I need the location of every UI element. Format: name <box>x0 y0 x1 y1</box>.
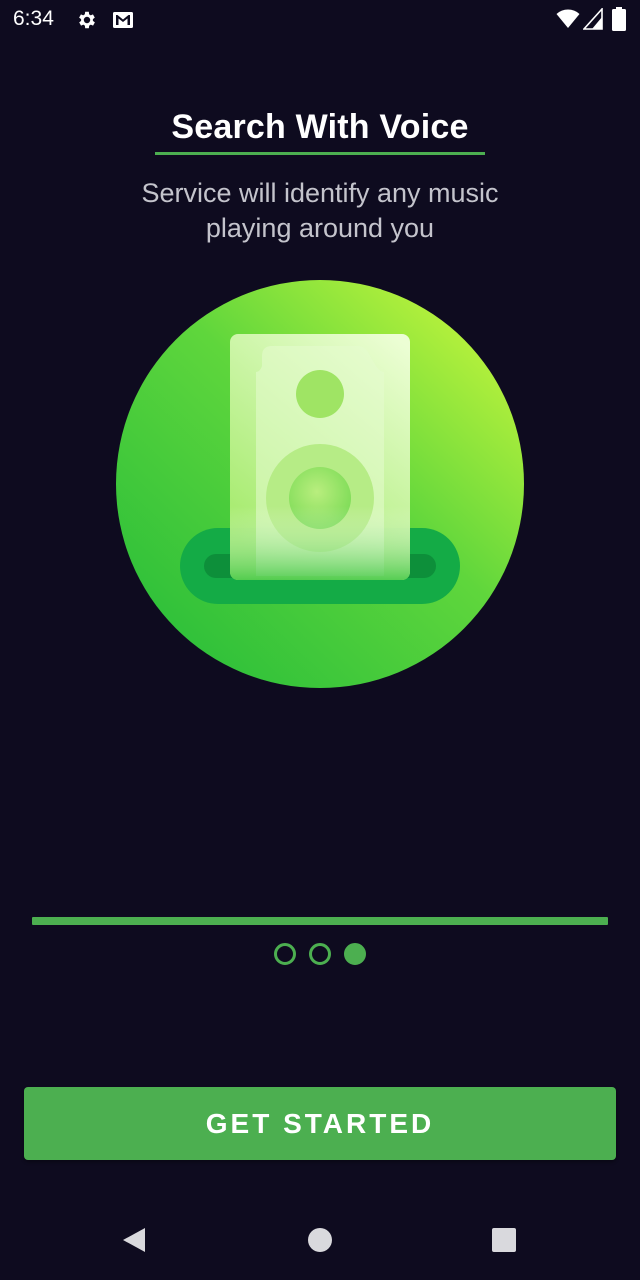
back-button[interactable] <box>116 1222 152 1258</box>
page-dot-3-active[interactable] <box>344 943 366 965</box>
page-dot-2[interactable] <box>309 943 331 965</box>
home-button[interactable] <box>302 1222 338 1258</box>
navigation-bar <box>0 1200 640 1280</box>
status-bar: 6:34 <box>0 0 640 40</box>
progress-bar <box>32 917 608 925</box>
battery-icon <box>612 7 626 31</box>
gmail-icon <box>113 12 133 28</box>
title-wrap: Search With Voice <box>0 108 640 155</box>
speaker-body-fade <box>230 334 410 580</box>
page-indicator <box>0 943 640 965</box>
status-time: 6:34 <box>13 7 54 30</box>
recents-icon <box>492 1228 516 1252</box>
page-title: Search With Voice <box>155 108 485 155</box>
recents-button[interactable] <box>486 1222 522 1258</box>
home-icon <box>308 1228 332 1252</box>
page-dot-1[interactable] <box>274 943 296 965</box>
speaker-icon <box>116 280 524 688</box>
wifi-icon <box>556 9 580 28</box>
get-started-button[interactable]: GET STARTED <box>24 1087 616 1160</box>
signal-icon <box>583 8 603 30</box>
onboarding-screen: 6:34 Search With Voice Service will iden… <box>0 0 640 1280</box>
back-icon <box>123 1228 145 1252</box>
page-subtitle: Service will identify any music playing … <box>141 178 499 243</box>
gear-icon <box>79 11 95 29</box>
